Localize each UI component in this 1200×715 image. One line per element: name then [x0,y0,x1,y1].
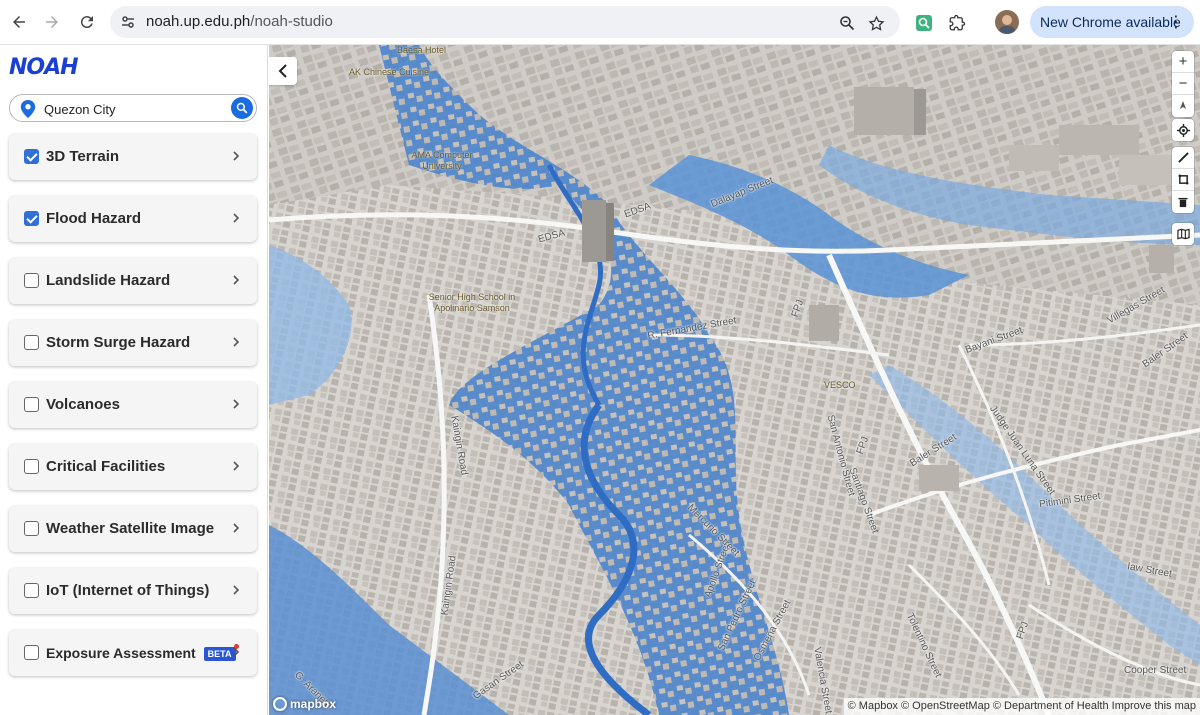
line-icon [1177,152,1189,163]
chevron-left-icon [278,64,287,78]
puzzle-icon[interactable] [946,12,968,34]
collapse-sidebar-button[interactable] [269,57,297,85]
poi-label: Baesa Hotel [397,45,447,55]
noah-logo: NOAH [9,54,79,80]
draw-controls [1172,147,1194,213]
layer-label: Critical Facilities [46,458,166,475]
back-icon[interactable] [4,7,34,37]
forward-icon[interactable] [37,7,67,37]
trash-icon [1178,197,1188,207]
location-pin-icon [20,100,36,118]
polygon-icon [1178,174,1188,185]
layer-label: Storm Surge Hazard [46,334,191,351]
layer-checkbox[interactable] [24,459,39,474]
geolocate-control [1172,119,1194,141]
layer-checkbox[interactable] [24,335,39,350]
zoom-in-button[interactable]: + [1172,51,1194,73]
site-settings-icon[interactable] [118,12,138,32]
layer-checkbox[interactable] [24,397,39,412]
new-chrome-available-button[interactable]: New Chrome available ⋮ [1030,6,1194,38]
search-input[interactable] [44,99,224,119]
street-label: Cooper Street [1124,665,1187,676]
reload-icon[interactable] [72,7,102,37]
map-icon [1176,228,1190,240]
basemap-control [1172,223,1194,245]
poi-label: Senior High School in Apolinario Samson [428,292,516,313]
poi-label: AMA Computer University [411,150,473,171]
delete-button[interactable] [1172,191,1194,213]
layer-item[interactable]: Storm Surge Hazard [9,320,257,366]
draw-line-button[interactable] [1172,147,1194,169]
compass-button[interactable] [1172,95,1194,117]
crosshair-icon [1176,123,1190,137]
bookmark-star-icon[interactable] [865,12,887,34]
geolocate-button[interactable] [1172,119,1194,141]
layer-label: Flood Hazard [46,210,142,227]
location-search[interactable] [9,94,257,122]
layer-item[interactable]: Critical Facilities [9,444,257,490]
layer-checkbox[interactable] [24,273,39,288]
chevron-right-icon[interactable] [231,459,241,473]
chevron-right-icon[interactable] [231,273,241,287]
basemap-button[interactable] [1172,223,1194,245]
chevron-right-icon[interactable] [231,211,241,225]
chevron-right-icon[interactable] [231,583,241,597]
layer-checkbox[interactable] [24,583,39,598]
layer-item[interactable]: Volcanoes [9,382,257,428]
layer-checkbox[interactable] [24,521,39,536]
poi-label: VESCO [824,380,856,390]
layer-label: Landslide Hazard [46,272,171,289]
zoom-icon[interactable] [836,12,858,34]
layer-item[interactable]: Flood Hazard [9,196,257,242]
layer-label: Volcanoes [46,396,120,413]
browser-toolbar: noah.up.edu.ph/noah-studio New Chrome av… [0,0,1200,45]
layer-label: Exposure Assessment BETA [46,644,239,662]
chevron-right-icon[interactable] [231,397,241,411]
layer-item[interactable]: Weather Satellite Image [9,506,257,552]
layer-item[interactable]: Exposure Assessment BETA [9,630,257,676]
compass-icon [1180,101,1186,109]
mapbox-logo[interactable]: mapbox [273,697,336,711]
layer-item[interactable]: 3D Terrain [9,134,257,180]
draw-polygon-button[interactable] [1172,169,1194,191]
map-attribution[interactable]: © Mapbox © OpenStreetMap © Department of… [843,698,1200,715]
layer-label: Weather Satellite Image [46,520,215,537]
layer-sidebar: NOAH 3D Terrain Flood Hazard Landslide Haz… [0,45,268,715]
address-bar[interactable]: noah.up.edu.ph/noah-studio [110,6,900,38]
search-icon [236,102,248,114]
layer-item[interactable]: Landslide Hazard [9,258,257,304]
menu-dots-icon[interactable]: ⋮ [1168,12,1184,32]
poi-label: AK Chinese Cuisine [349,67,430,77]
layer-label: IoT (Internet of Things) [46,582,210,599]
layer-label: 3D Terrain [46,148,120,165]
profile-avatar[interactable] [995,10,1019,34]
chevron-right-icon[interactable] [231,335,241,349]
extension-icon[interactable] [913,12,935,34]
layer-checkbox[interactable] [24,645,39,660]
zoom-out-button[interactable]: − [1172,73,1194,95]
layer-checkbox[interactable] [24,211,39,226]
chevron-right-icon[interactable] [231,645,241,659]
map-canvas[interactable]: + − EDSA EDSA Kaingin Road Kaingin Road … [269,45,1200,715]
chevron-right-icon[interactable] [231,521,241,535]
url-text: noah.up.edu.ph/noah-studio [146,13,333,30]
zoom-controls: + − [1172,51,1194,117]
layer-checkbox[interactable] [24,149,39,164]
search-button[interactable] [231,97,253,119]
layer-item[interactable]: IoT (Internet of Things) [9,568,257,614]
chevron-right-icon[interactable] [231,149,241,163]
